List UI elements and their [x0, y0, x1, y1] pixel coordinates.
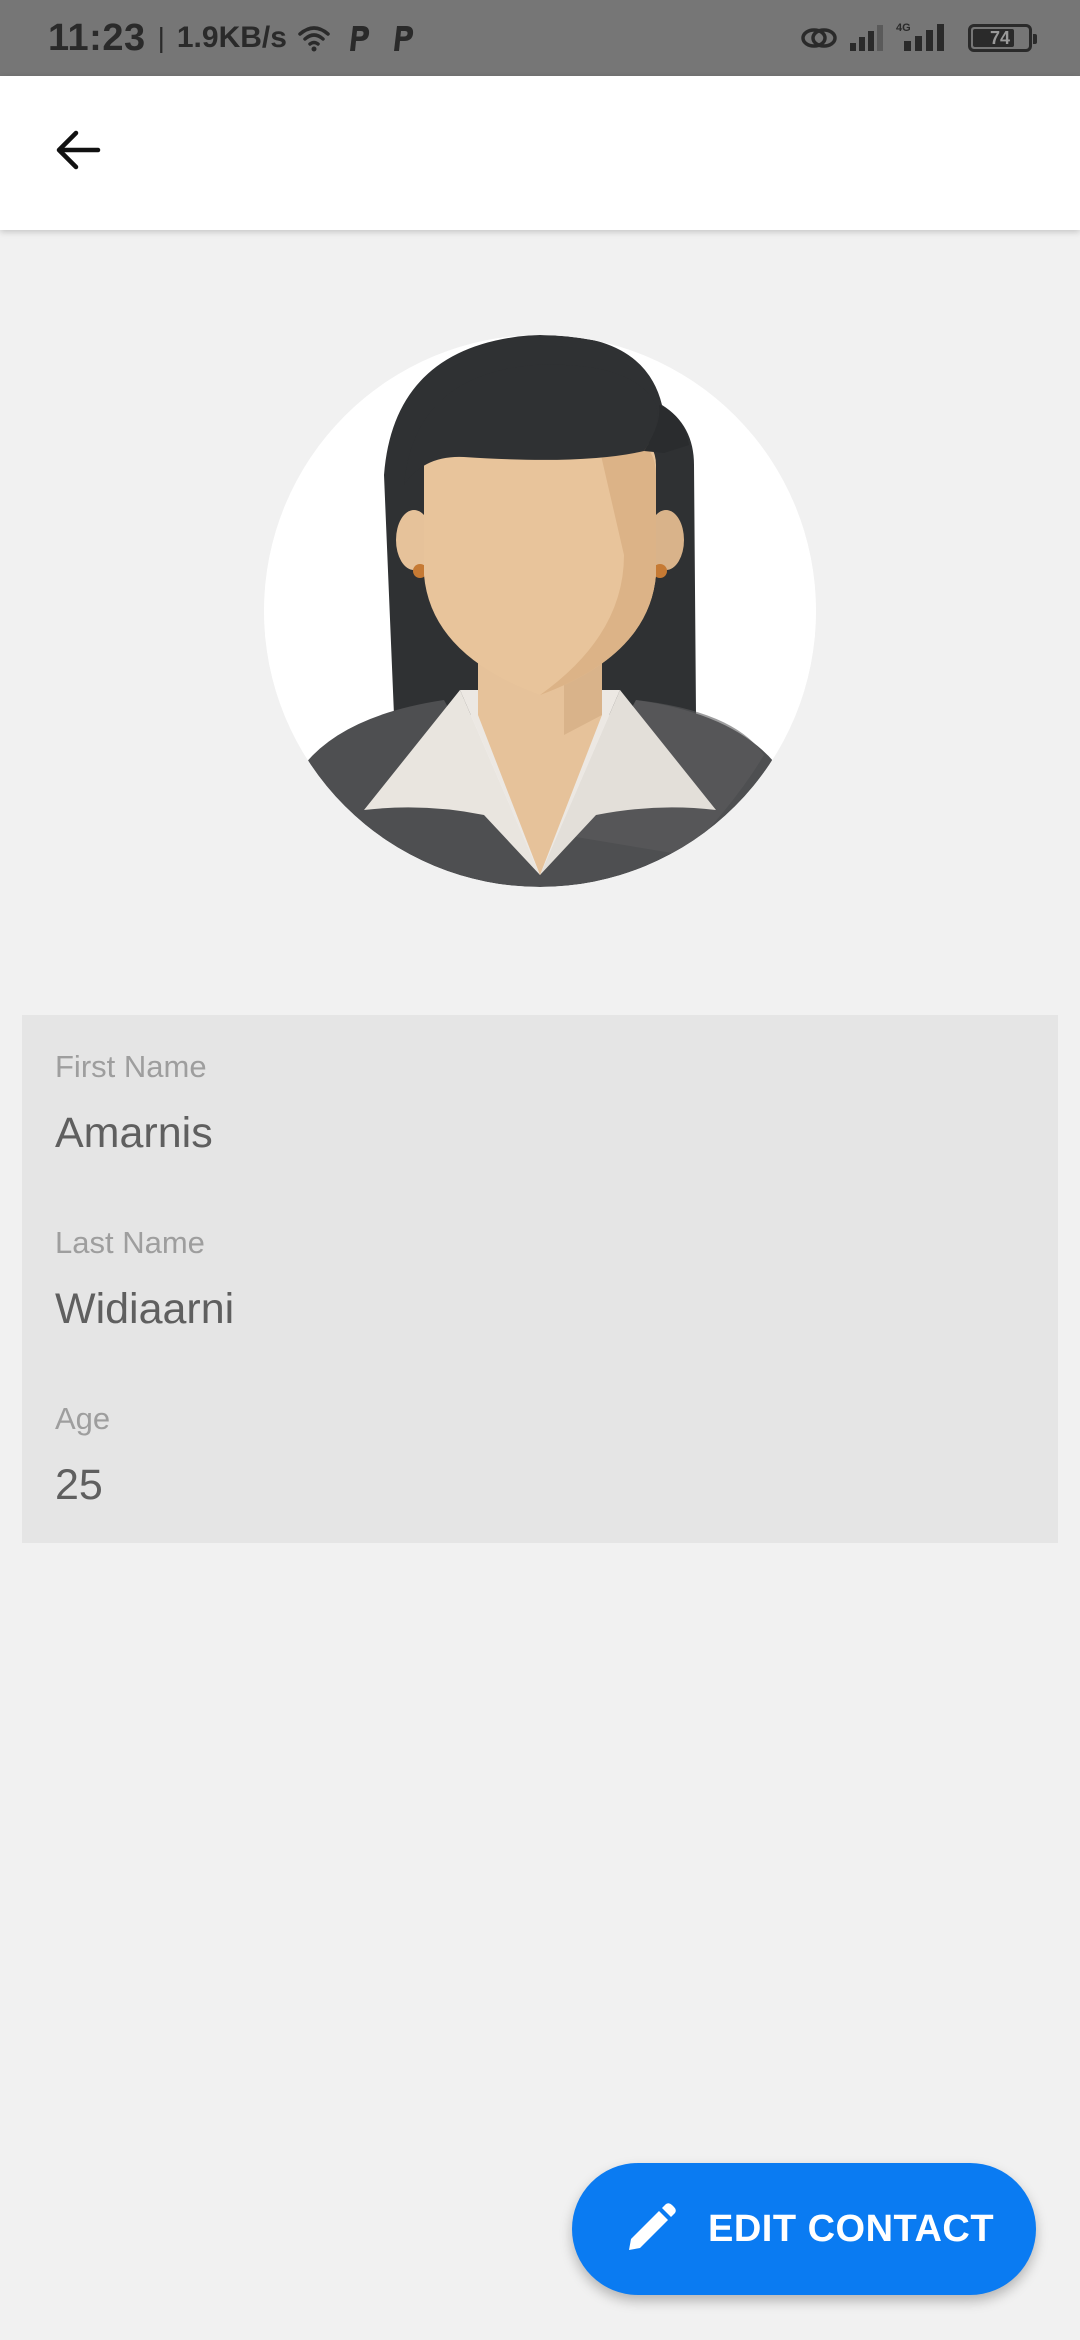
- link-icon: [800, 21, 837, 55]
- age-field: Age 25: [55, 1403, 110, 1507]
- age-label: Age: [55, 1401, 111, 1436]
- status-time: 11:23: [48, 16, 146, 59]
- signal-4g-icon: 4G: [896, 21, 954, 55]
- female-avatar-illustration: [264, 335, 816, 887]
- age-value: 25: [55, 1461, 103, 1509]
- wifi-icon: [297, 21, 331, 55]
- signal-icon: [848, 21, 883, 55]
- status-separator: |: [157, 22, 165, 53]
- last-name-field: Last Name Widiaarni: [55, 1227, 234, 1331]
- edit-contact-label: EDIT CONTACT: [708, 2207, 995, 2250]
- app-bar: [0, 76, 1080, 230]
- back-button[interactable]: [38, 112, 118, 192]
- network-type-label: 4G: [896, 22, 911, 34]
- status-bar: 11:23 | 1.9KB/s 4G 74: [0, 0, 1080, 76]
- status-right: 4G 74: [800, 21, 1037, 55]
- status-left: 11:23 | 1.9KB/s: [48, 17, 419, 60]
- battery-level: 74: [989, 27, 1011, 48]
- parking-app-icon: [385, 21, 419, 55]
- network-speed: 1.9KB/s: [176, 21, 287, 54]
- avatar: [264, 335, 816, 887]
- edit-contact-button[interactable]: EDIT CONTACT: [572, 2163, 1036, 2295]
- battery-icon: 74: [968, 24, 1037, 52]
- arrow-back-icon: [52, 124, 104, 181]
- last-name-label: Last Name: [55, 1225, 205, 1260]
- first-name-label: First Name: [55, 1049, 207, 1084]
- contact-details-card: First Name Amarnis Last Name Widiaarni A…: [22, 1015, 1058, 1543]
- parking-app-icon: [341, 21, 375, 55]
- first-name-field: First Name Amarnis: [55, 1051, 213, 1155]
- first-name-value: Amarnis: [55, 1109, 213, 1157]
- pencil-icon: [622, 2201, 678, 2257]
- last-name-value: Widiaarni: [55, 1285, 235, 1333]
